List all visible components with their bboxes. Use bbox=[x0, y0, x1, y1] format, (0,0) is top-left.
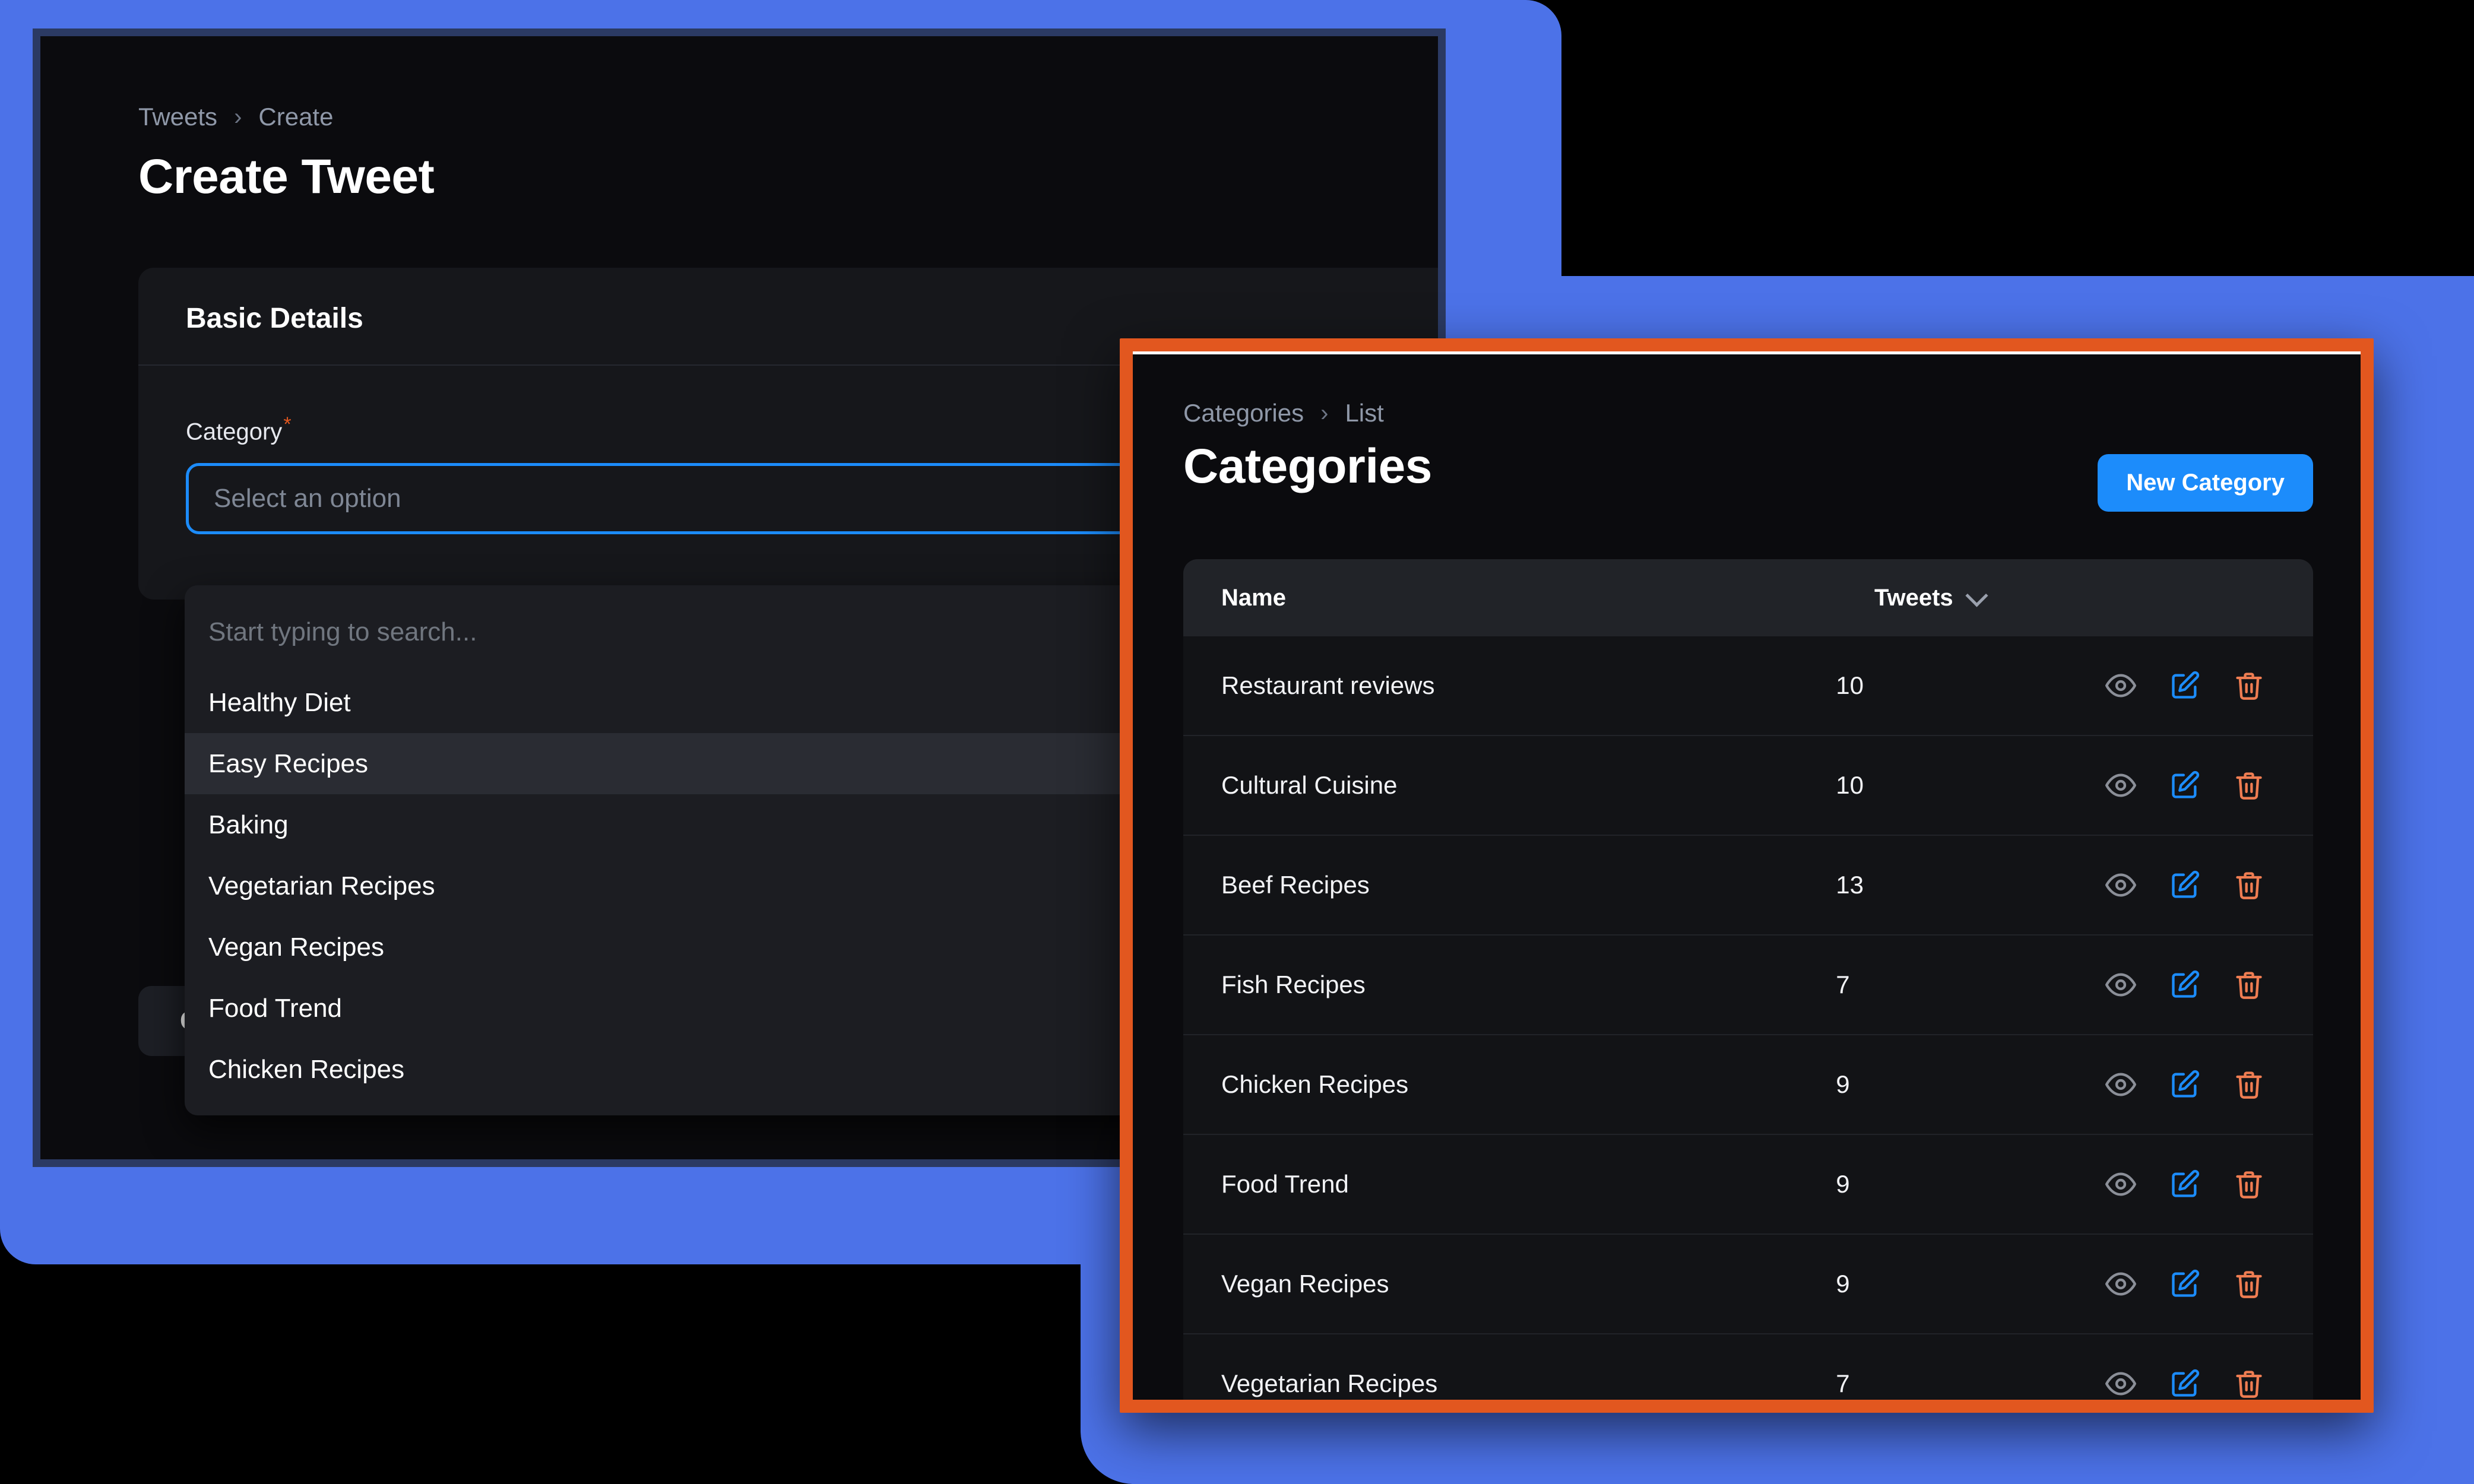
cell-tweets-count: 9 bbox=[1836, 1070, 1850, 1098]
row-actions bbox=[2104, 769, 2275, 802]
cell-name: Food Trend bbox=[1221, 1170, 1349, 1198]
breadcrumb-item-tweets[interactable]: Tweets bbox=[138, 103, 217, 131]
cell-name: Cultural Cuisine bbox=[1221, 771, 1398, 799]
cell-name: Restaurant reviews bbox=[1221, 671, 1435, 699]
row-actions bbox=[2104, 1168, 2275, 1201]
row-actions bbox=[2104, 1367, 2275, 1400]
cell-tweets-count: 10 bbox=[1836, 671, 1864, 699]
required-asterisk: * bbox=[283, 413, 292, 436]
cell-name: Vegan Recipes bbox=[1221, 1270, 1389, 1298]
categories-table: Name Tweets Restaurant reviews 10 Cultural… bbox=[1183, 559, 2313, 1400]
cell-tweets-count: 7 bbox=[1836, 1369, 1850, 1397]
edit-icon[interactable] bbox=[2168, 1168, 2201, 1201]
new-category-button[interactable]: New Category bbox=[2098, 454, 2313, 512]
edit-icon[interactable] bbox=[2168, 968, 2201, 1001]
eye-icon[interactable] bbox=[2104, 868, 2137, 902]
trash-icon[interactable] bbox=[2232, 769, 2266, 802]
trash-icon[interactable] bbox=[2232, 868, 2266, 902]
black-notch-bottom-left bbox=[0, 1264, 1081, 1484]
row-actions bbox=[2104, 968, 2275, 1001]
table-row[interactable]: Beef Recipes 13 bbox=[1183, 836, 2313, 936]
cell-tweets-count: 9 bbox=[1836, 1270, 1850, 1298]
edit-icon[interactable] bbox=[2168, 1267, 2201, 1301]
cell-name: Beef Recipes bbox=[1221, 871, 1370, 899]
table-row[interactable]: Cultural Cuisine 10 bbox=[1183, 736, 2313, 836]
edit-icon[interactable] bbox=[2168, 769, 2201, 802]
table-header-row: Name Tweets bbox=[1183, 559, 2313, 636]
trash-icon[interactable] bbox=[2232, 669, 2266, 702]
column-header-name[interactable]: Name bbox=[1221, 585, 1874, 611]
column-header-tweets[interactable]: Tweets bbox=[1874, 585, 2159, 611]
cell-tweets-count: 7 bbox=[1836, 971, 1850, 998]
cell-name: Chicken Recipes bbox=[1221, 1070, 1409, 1098]
table-row[interactable]: Chicken Recipes 9 bbox=[1183, 1035, 2313, 1135]
table-row[interactable]: Vegan Recipes 9 bbox=[1183, 1235, 2313, 1334]
row-actions bbox=[2104, 1068, 2275, 1101]
categories-screen: Categories › List Categories New Categor… bbox=[1133, 351, 2361, 1400]
row-actions bbox=[2104, 1267, 2275, 1301]
page-title: Create Tweet bbox=[138, 150, 435, 204]
breadcrumb-item-list[interactable]: List bbox=[1345, 399, 1383, 427]
table-row[interactable]: Vegetarian Recipes 7 bbox=[1183, 1334, 2313, 1400]
trash-icon[interactable] bbox=[2232, 1367, 2266, 1400]
trash-icon[interactable] bbox=[2232, 968, 2266, 1001]
trash-icon[interactable] bbox=[2232, 1168, 2266, 1201]
categories-panel: Categories › List Categories New Categor… bbox=[1120, 338, 2374, 1413]
category-label-text: Category bbox=[186, 418, 283, 445]
cell-tweets-count: 10 bbox=[1836, 771, 1864, 799]
trash-icon[interactable] bbox=[2232, 1267, 2266, 1301]
trash-icon[interactable] bbox=[2232, 1068, 2266, 1101]
cell-name: Vegetarian Recipes bbox=[1221, 1369, 1438, 1397]
eye-icon[interactable] bbox=[2104, 769, 2137, 802]
breadcrumb-item-create[interactable]: Create bbox=[258, 103, 333, 131]
edit-icon[interactable] bbox=[2168, 1367, 2201, 1400]
category-select-placeholder: Select an option bbox=[214, 484, 401, 513]
cell-tweets-count: 13 bbox=[1836, 871, 1864, 899]
eye-icon[interactable] bbox=[2104, 1168, 2137, 1201]
eye-icon[interactable] bbox=[2104, 968, 2137, 1001]
column-header-tweets-label: Tweets bbox=[1874, 584, 1953, 611]
chevron-right-icon: › bbox=[234, 104, 242, 130]
table-row[interactable]: Food Trend 9 bbox=[1183, 1135, 2313, 1235]
page-title: Categories bbox=[1183, 439, 1432, 493]
edit-icon[interactable] bbox=[2168, 868, 2201, 902]
table-row[interactable]: Fish Recipes 7 bbox=[1183, 936, 2313, 1035]
breadcrumb: Categories › List bbox=[1183, 399, 1384, 427]
chevron-down-icon[interactable] bbox=[1966, 585, 1987, 605]
row-actions bbox=[2104, 868, 2275, 902]
table-row[interactable]: Restaurant reviews 10 bbox=[1183, 636, 2313, 736]
cell-tweets-count: 9 bbox=[1836, 1170, 1850, 1198]
cell-name: Fish Recipes bbox=[1221, 971, 1366, 998]
edit-icon[interactable] bbox=[2168, 1068, 2201, 1101]
eye-icon[interactable] bbox=[2104, 669, 2137, 702]
breadcrumb: Tweets › Create bbox=[138, 103, 333, 131]
eye-icon[interactable] bbox=[2104, 1367, 2137, 1400]
screenshot-stage: Tweets › Create Create Tweet Basic Detai… bbox=[0, 0, 2474, 1484]
edit-icon[interactable] bbox=[2168, 669, 2201, 702]
eye-icon[interactable] bbox=[2104, 1068, 2137, 1101]
black-notch-top-right bbox=[1561, 0, 2474, 276]
table-body: Restaurant reviews 10 Cultural Cuisine 10 Be… bbox=[1183, 636, 2313, 1400]
row-actions bbox=[2104, 669, 2275, 702]
eye-icon[interactable] bbox=[2104, 1267, 2137, 1301]
chevron-right-icon: › bbox=[1320, 399, 1329, 426]
breadcrumb-item-categories[interactable]: Categories bbox=[1183, 399, 1304, 427]
